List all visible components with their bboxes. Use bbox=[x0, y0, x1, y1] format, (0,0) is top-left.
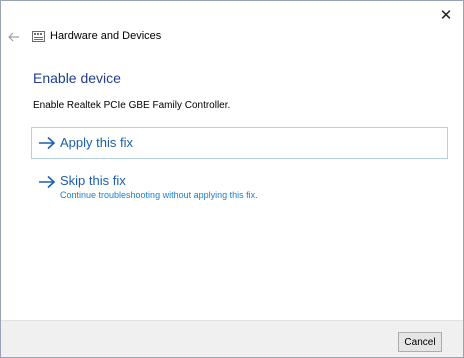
page-description: Enable Realtek PCIe GBE Family Controlle… bbox=[33, 100, 231, 111]
back-button[interactable] bbox=[6, 29, 22, 45]
skip-fix-option[interactable]: Skip this fix Continue troubleshooting w… bbox=[31, 169, 448, 205]
arrow-right-icon bbox=[39, 175, 56, 189]
close-icon: ✕ bbox=[439, 7, 453, 24]
close-button[interactable]: ✕ bbox=[429, 1, 463, 29]
back-arrow-icon bbox=[8, 32, 19, 42]
arrow-right-icon bbox=[39, 136, 56, 150]
page-heading: Enable device bbox=[33, 70, 121, 86]
title-bar: ✕ bbox=[1, 1, 463, 29]
troubleshooter-window: ✕ Hardware and Devices Enable device Ena… bbox=[0, 0, 464, 358]
hardware-devices-icon bbox=[32, 31, 45, 42]
apply-fix-option[interactable]: Apply this fix bbox=[31, 127, 448, 159]
skip-fix-subtext: Continue troubleshooting without applyin… bbox=[60, 190, 258, 200]
skip-fix-label: Skip this fix bbox=[60, 173, 126, 188]
cancel-button[interactable]: Cancel bbox=[398, 332, 442, 352]
window-title: Hardware and Devices bbox=[50, 30, 162, 42]
nav-row: Hardware and Devices bbox=[1, 29, 463, 51]
apply-fix-label: Apply this fix bbox=[60, 135, 133, 150]
footer-bar: Cancel bbox=[1, 320, 463, 357]
